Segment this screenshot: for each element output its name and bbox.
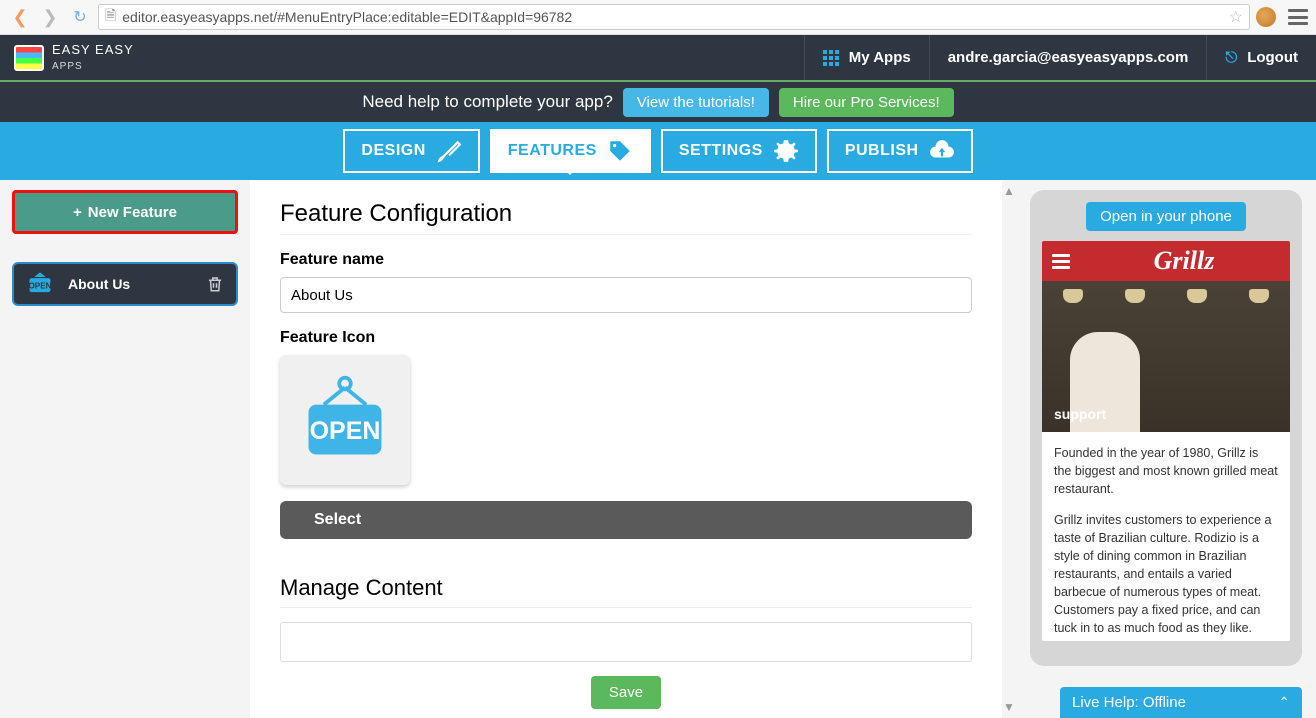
panel-title: Feature Configuration — [280, 200, 972, 235]
plus-icon: + — [73, 204, 82, 221]
feature-icon-label: Feature Icon — [280, 329, 972, 347]
reload-button[interactable]: ↻ — [68, 5, 92, 29]
gear-icon — [773, 138, 799, 164]
tab-settings[interactable]: SETTINGS — [661, 129, 817, 173]
tab-publish[interactable]: PUBLISH — [827, 129, 973, 173]
app-content: Founded in the year of 1980, Grillz is t… — [1042, 432, 1290, 641]
features-sidebar: + New Feature OPEN About Us — [0, 180, 250, 718]
phone-screen: Grillz support Founded in the year of 19… — [1042, 241, 1290, 641]
forward-button[interactable]: ❯ — [38, 5, 62, 29]
tab-design[interactable]: DESIGN — [343, 129, 479, 173]
logout-link[interactable]: ⎋ Logout — [1206, 35, 1316, 80]
feature-icon-preview: OPEN — [280, 355, 410, 485]
feature-config-panel: Feature Configuration Feature name Featu… — [250, 180, 1002, 718]
banner-image: support — [1042, 281, 1290, 432]
scroll-down-icon[interactable]: ▼ — [1003, 700, 1015, 714]
tab-features[interactable]: FEATURES — [490, 129, 651, 173]
back-button[interactable]: ❮ — [8, 5, 32, 29]
app-header: Grillz — [1042, 241, 1290, 281]
live-help-bar[interactable]: Live Help: Offline ⌃ — [1060, 687, 1302, 718]
live-help-label: Live Help: Offline — [1072, 694, 1186, 711]
address-bar[interactable]: 🗎 editor.easyeasyapps.net/#MenuEntryPlac… — [98, 4, 1250, 30]
logout-icon: ⎋ — [1225, 49, 1237, 66]
open-sign-icon: OPEN — [297, 372, 393, 468]
trash-icon[interactable] — [206, 275, 224, 293]
extension-icon[interactable] — [1256, 7, 1276, 27]
manage-content-title: Manage Content — [280, 575, 972, 608]
open-sign-icon: OPEN — [26, 270, 54, 298]
view-tutorials-button[interactable]: View the tutorials! — [623, 88, 769, 117]
grid-icon — [823, 50, 839, 66]
page-icon: 🗎 — [105, 5, 116, 29]
content-paragraph: Grillz invites customers to experience a… — [1054, 511, 1278, 638]
new-feature-button[interactable]: + New Feature — [12, 190, 238, 234]
help-text: Need help to complete your app? — [362, 92, 612, 112]
sidebar-item-about-us[interactable]: OPEN About Us — [12, 262, 238, 306]
brush-icon — [436, 138, 462, 164]
my-apps-link[interactable]: My Apps — [804, 35, 929, 80]
app-topbar: EASY EASYAPPS My Apps andre.garcia@easye… — [0, 35, 1316, 80]
bookmark-icon[interactable]: ☆ — [1229, 7, 1243, 27]
logo[interactable]: EASY EASYAPPS — [0, 43, 134, 72]
scrollbar[interactable]: ▲ ▼ — [1002, 180, 1016, 718]
sidebar-item-label: About Us — [68, 276, 130, 292]
user-email[interactable]: andre.garcia@easyeasyapps.com — [929, 35, 1207, 80]
banner-label: support — [1054, 406, 1106, 422]
cloud-upload-icon — [929, 138, 955, 164]
svg-text:OPEN: OPEN — [310, 417, 381, 445]
logo-icon — [14, 45, 44, 71]
feature-name-input[interactable] — [280, 277, 972, 313]
browser-toolbar: ❮ ❯ ↻ 🗎 editor.easyeasyapps.net/#MenuEnt… — [0, 0, 1316, 35]
save-button[interactable]: Save — [591, 676, 661, 709]
chevron-up-icon: ⌃ — [1278, 694, 1290, 711]
app-title: Grillz — [1088, 246, 1280, 276]
content-paragraph: Founded in the year of 1980, Grillz is t… — [1054, 444, 1278, 498]
logo-text: EASY EASYAPPS — [52, 43, 134, 72]
help-bar: Need help to complete your app? View the… — [0, 80, 1316, 122]
select-icon-button[interactable]: Select — [280, 501, 972, 539]
url-text: editor.easyeasyapps.net/#MenuEntryPlace:… — [122, 9, 1222, 25]
tags-icon — [607, 138, 633, 164]
hire-pro-button[interactable]: Hire our Pro Services! — [779, 88, 954, 117]
svg-text:OPEN: OPEN — [28, 282, 51, 291]
feature-name-label: Feature name — [280, 251, 972, 269]
content-editor[interactable] — [280, 622, 972, 662]
phone-preview: Open in your phone Grillz support Founde… — [1030, 190, 1302, 666]
scroll-up-icon[interactable]: ▲ — [1003, 184, 1015, 198]
browser-menu-icon[interactable] — [1288, 9, 1308, 25]
main-area: + New Feature OPEN About Us Feature Conf… — [0, 180, 1316, 718]
menu-icon[interactable] — [1052, 254, 1070, 269]
main-nav: DESIGN FEATURES SETTINGS PUBLISH — [0, 122, 1316, 180]
preview-column: Open in your phone Grillz support Founde… — [1016, 180, 1316, 718]
open-in-phone-button[interactable]: Open in your phone — [1086, 202, 1246, 231]
